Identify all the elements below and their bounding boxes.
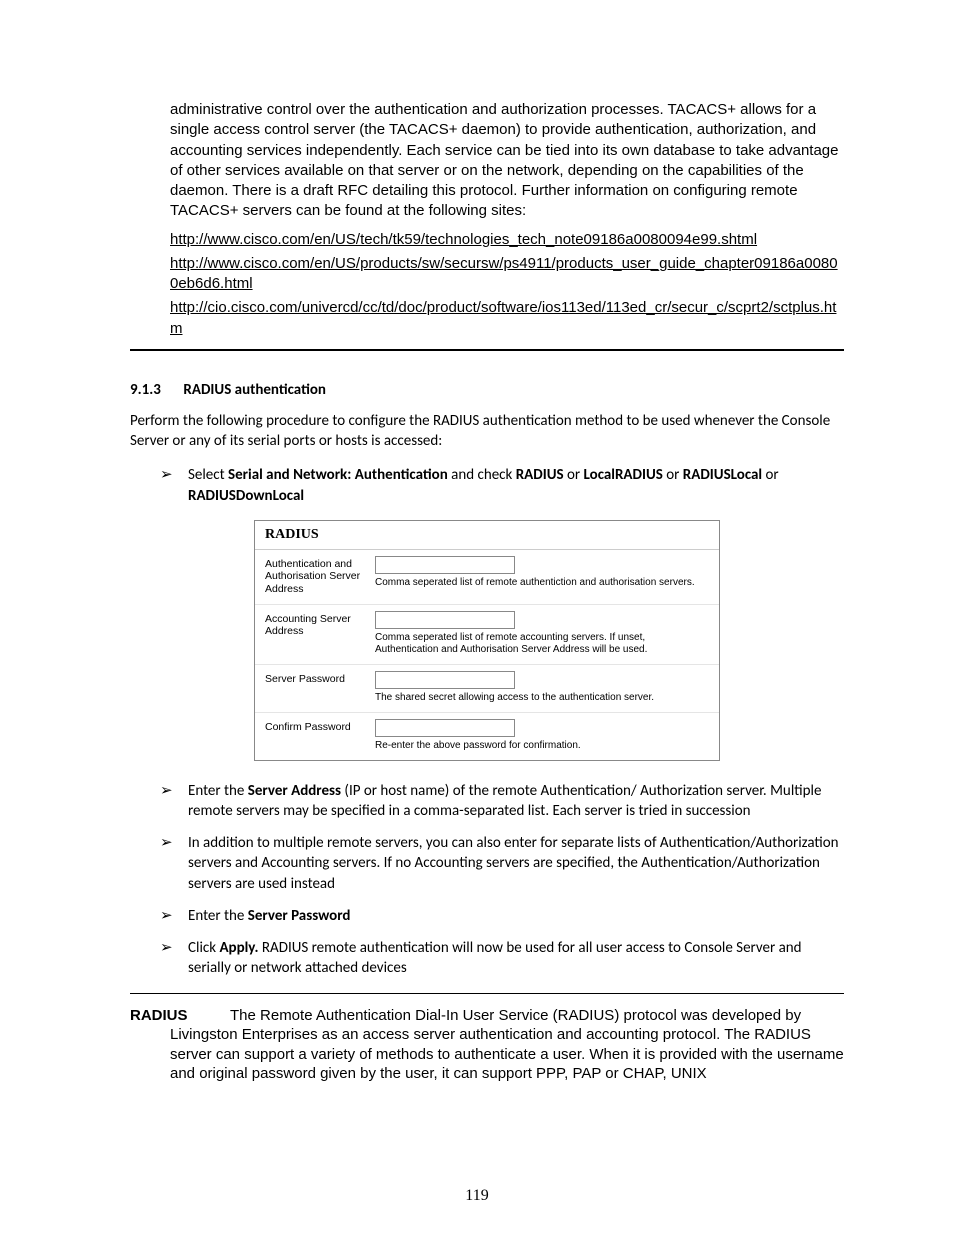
radius-label-pw: Server Password — [265, 671, 375, 686]
section-divider — [130, 349, 844, 351]
definition-line1: The Remote Authentication Dial-In User S… — [230, 1006, 844, 1026]
section-title: RADIUS authentication — [183, 381, 326, 399]
radius-form: RADIUS Authentication and Authorisation … — [254, 520, 720, 761]
bullet-list-2: ➢ Enter the Server Address (IP or host n… — [160, 781, 844, 979]
radius-form-header: RADIUS — [255, 521, 719, 550]
arrow-icon: ➢ — [160, 906, 173, 926]
section-heading: 9.1.3 RADIUS authentication — [130, 381, 844, 399]
bullet-list-1: ➢ Select Serial and Network: Authenticat… — [160, 465, 844, 506]
bullet-multiple-servers: ➢ In addition to multiple remote servers… — [160, 833, 844, 894]
definition-rest: Livingston Enterprises as an access serv… — [170, 1025, 844, 1084]
radius-label-acct: Accounting Server Address — [265, 611, 375, 638]
acct-server-input[interactable] — [375, 611, 515, 629]
definition-term: RADIUS — [130, 1006, 230, 1026]
bullet-server-password: ➢ Enter the Server Password — [160, 906, 844, 926]
radius-row-confirm: Confirm Password Re-enter the above pass… — [255, 713, 719, 760]
auth-server-input[interactable] — [375, 556, 515, 574]
radius-label-confirm: Confirm Password — [265, 719, 375, 734]
acct-server-hint: Comma seperated list of remote accountin… — [375, 632, 709, 656]
definition-divider — [130, 993, 844, 994]
link-cisco-3[interactable]: http://cio.cisco.com/univercd/cc/td/doc/… — [170, 298, 844, 339]
arrow-icon: ➢ — [160, 833, 173, 853]
server-password-hint: The shared secret allowing access to the… — [375, 692, 709, 704]
arrow-icon: ➢ — [160, 781, 173, 801]
server-password-input[interactable] — [375, 671, 515, 689]
radius-row-pw: Server Password The shared secret allowi… — [255, 665, 719, 713]
radius-label-auth: Authentication and Authorisation Server … — [265, 556, 375, 596]
confirm-password-input[interactable] — [375, 719, 515, 737]
link-cisco-2[interactable]: http://www.cisco.com/en/US/products/sw/s… — [170, 254, 844, 295]
radius-row-auth: Authentication and Authorisation Server … — [255, 550, 719, 605]
confirm-password-hint: Re-enter the above password for confirma… — [375, 740, 709, 752]
arrow-icon: ➢ — [160, 465, 173, 485]
section-number: 9.1.3 — [130, 381, 180, 399]
link-cisco-1[interactable]: http://www.cisco.com/en/US/tech/tk59/tec… — [170, 230, 844, 250]
page-number: 119 — [0, 1187, 954, 1205]
intro-paragraph: administrative control over the authenti… — [170, 100, 844, 222]
radius-row-acct: Accounting Server Address Comma seperate… — [255, 605, 719, 665]
arrow-icon: ➢ — [160, 938, 173, 958]
auth-server-hint: Comma seperated list of remote authentic… — [375, 577, 709, 589]
section-intro: Perform the following procedure to confi… — [130, 411, 844, 452]
bullet-server-address: ➢ Enter the Server Address (IP or host n… — [160, 781, 844, 822]
bullet-select: ➢ Select Serial and Network: Authenticat… — [160, 465, 844, 506]
definition-block: RADIUS The Remote Authentication Dial-In… — [130, 1006, 844, 1084]
bullet-apply: ➢ Click Apply. RADIUS remote authenticat… — [160, 938, 844, 979]
